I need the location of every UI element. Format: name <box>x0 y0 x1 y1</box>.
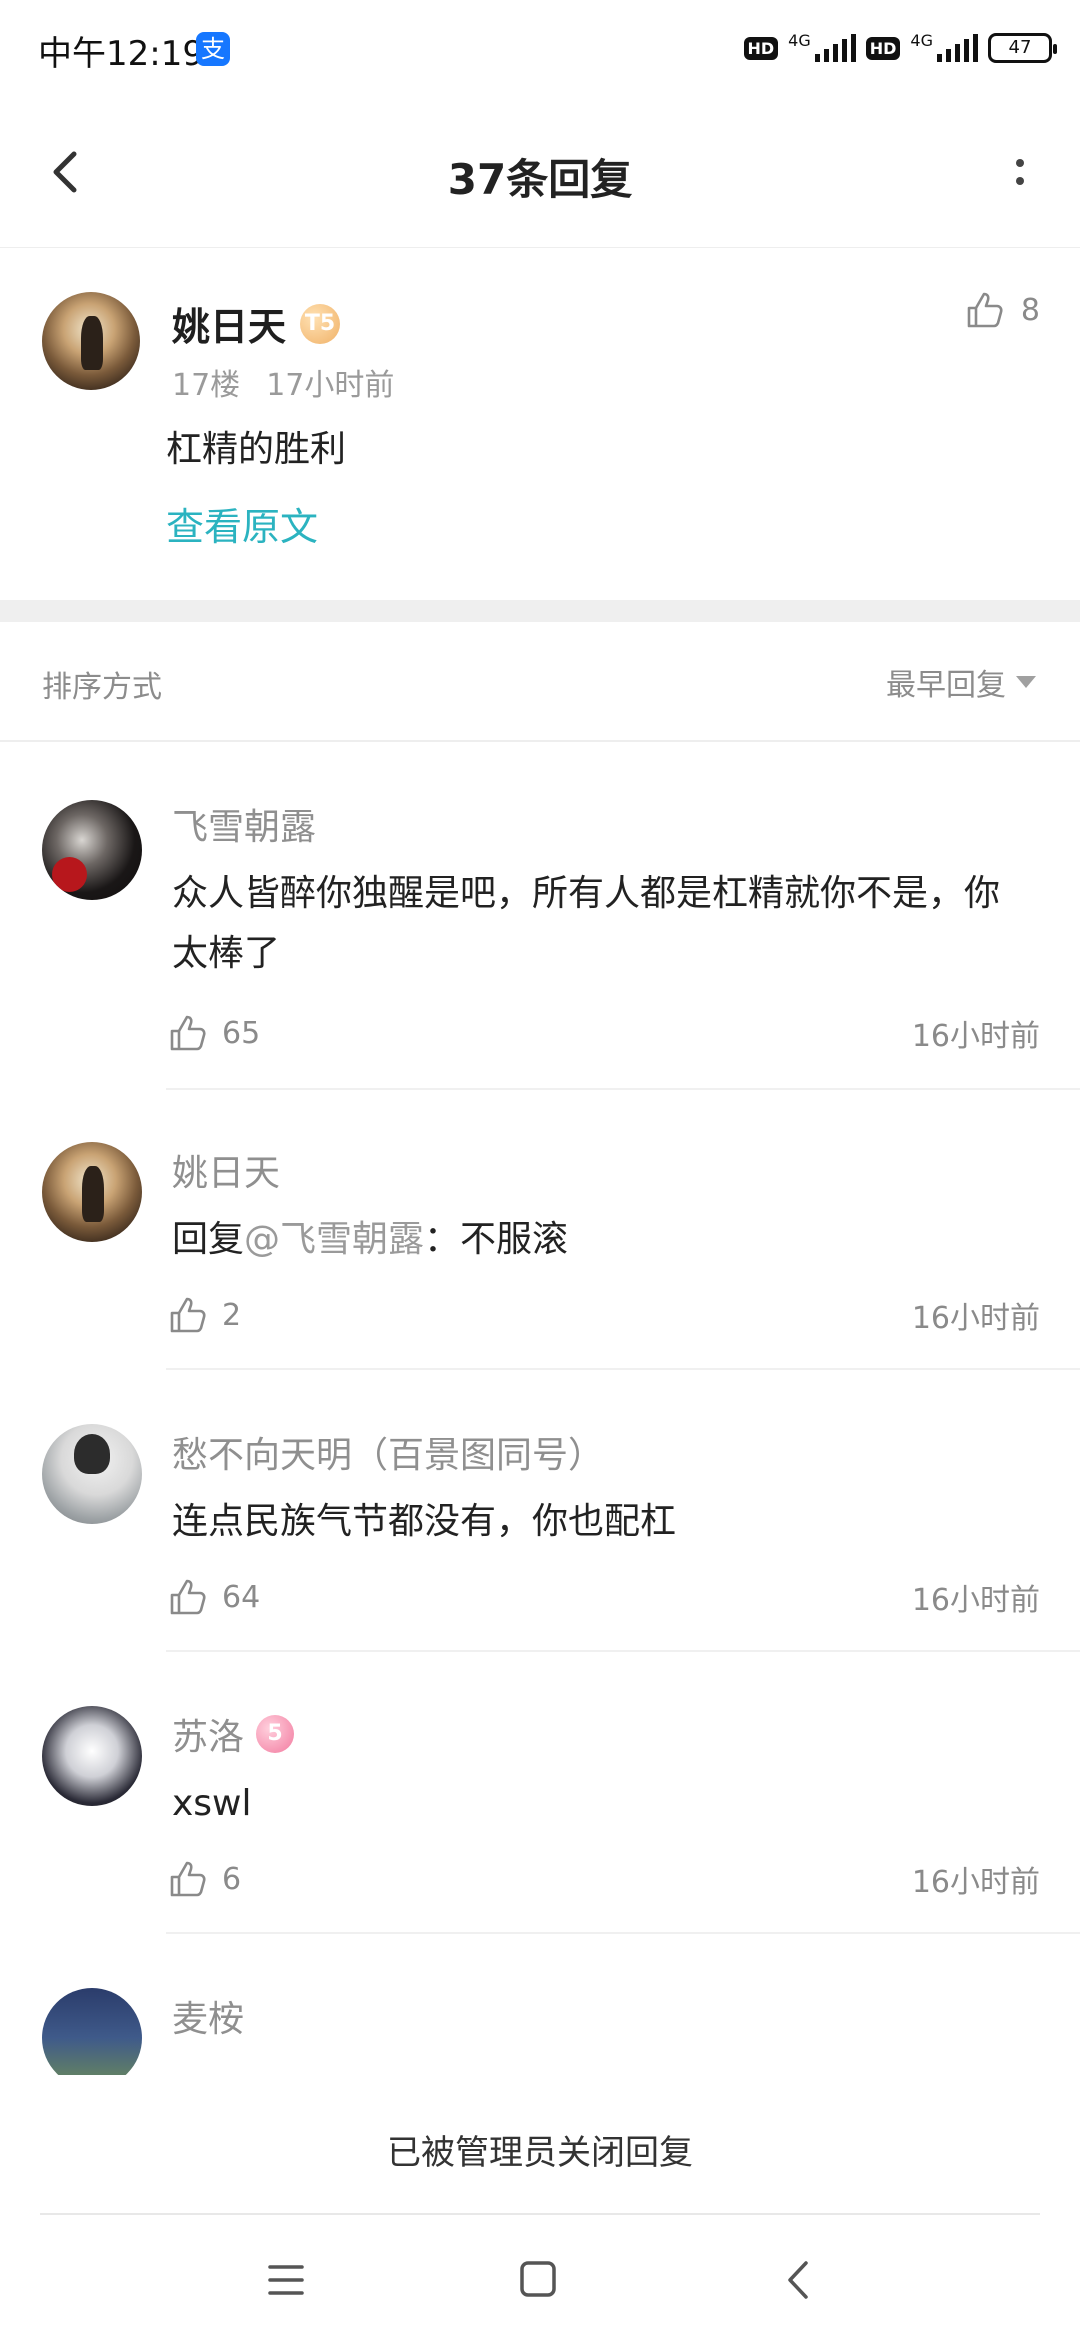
like-count: 65 <box>222 1015 261 1051</box>
hd-icon: HD <box>865 36 901 60</box>
reply-footer: 2 16小时前 <box>168 1290 1040 1340</box>
list-item: 姚日天 回复@飞雪朝露：不服滚 2 16小时前 <box>0 1090 1080 1372</box>
reply-content: 连点民族气节都没有，你也配杠 <box>172 1501 677 1542</box>
reply-prefix: 回复 <box>172 1219 245 1260</box>
author-name: 苏洛 <box>172 1717 245 1758</box>
thumb-up-icon <box>170 1015 206 1051</box>
reply-time: 16小时前 <box>911 1019 1040 1054</box>
system-nav-bar <box>0 2215 1080 2340</box>
list-item: 苏洛 5 xswl 6 16小时前 <box>0 1654 1080 1936</box>
network-type-label: 4G <box>788 30 811 50</box>
sort-bar: 排序方式 最早回复 <box>0 622 1080 742</box>
alipay-notification-icon: 支 <box>196 32 230 66</box>
reply-time: 16小时前 <box>911 1865 1040 1900</box>
floor-number: 17楼 <box>172 368 241 403</box>
reply-time: 16小时前 <box>911 1583 1040 1618</box>
nav-back-button[interactable] <box>770 2255 830 2305</box>
page-title: 37条回复 <box>447 155 633 204</box>
reply-author[interactable]: 飞雪朝露 <box>172 798 316 850</box>
divider <box>166 1650 1080 1652</box>
author-name: 姚日天 <box>172 305 287 349</box>
reply-closed-notice: 已被管理员关闭回复 <box>387 2133 693 2173</box>
screen: 中午12:19 支 HD 4G HD 4G 47 37条回复 姚日天 T5 17… <box>0 0 1080 2340</box>
avatar[interactable] <box>42 292 140 390</box>
reply-body: ：不服滚 <box>424 1219 569 1260</box>
avatar[interactable] <box>42 1424 142 1524</box>
level-badge-icon: 5 <box>256 1715 295 1753</box>
sort-value: 最早回复 <box>886 668 1006 703</box>
like-button[interactable]: 8 <box>965 290 1040 330</box>
more-vertical-icon <box>1016 159 1024 167</box>
like-button[interactable]: 2 <box>168 1295 241 1335</box>
like-button[interactable]: 6 <box>168 1859 241 1899</box>
like-count: 2 <box>222 1297 242 1333</box>
recent-apps-button[interactable] <box>256 2255 316 2305</box>
reply-content: 众人皆醉你独醒是吧，所有人都是杠精就你不是，你太棒了 <box>172 873 1001 974</box>
reply-author[interactable]: 愁不向天明（百景图同号） <box>172 1426 604 1478</box>
avatar[interactable] <box>42 1706 142 1806</box>
battery-icon: 47 <box>988 33 1057 63</box>
home-square-icon <box>520 2261 556 2297</box>
sort-label: 排序方式 <box>42 670 162 705</box>
signal-icon <box>937 34 978 62</box>
home-button[interactable] <box>508 2255 568 2305</box>
main-comment-author[interactable]: 姚日天 T5 <box>172 296 341 351</box>
status-time: 中午12:19 <box>38 34 204 74</box>
divider <box>166 1932 1080 1934</box>
level-badge-icon: T5 <box>300 303 341 344</box>
thumb-up-icon <box>170 1297 206 1333</box>
mention-link[interactable]: @飞雪朝露 <box>244 1219 424 1260</box>
thumb-up-icon <box>170 1579 206 1615</box>
thumb-up-icon <box>967 292 1003 328</box>
reply-author[interactable]: 苏洛 5 <box>172 1708 295 1760</box>
signal-icon <box>814 34 856 62</box>
list-item: 愁不向天明（百景图同号） 连点民族气节都没有，你也配杠 64 16小时前 <box>0 1372 1080 1654</box>
post-time: 17小时前 <box>266 368 395 403</box>
divider <box>166 1368 1080 1370</box>
top-app-bar: 37条回复 <box>0 96 1080 248</box>
like-count: 8 <box>1020 292 1040 328</box>
reply-footer: 6 16小时前 <box>168 1854 1040 1904</box>
reply-author[interactable]: 麦桉 <box>172 1990 244 2042</box>
network-type-label: 4G <box>910 30 933 50</box>
caret-down-icon <box>1016 676 1036 688</box>
main-comment: 姚日天 T5 17楼 17小时前 杠精的胜利 查看原文 8 <box>0 250 1080 600</box>
reply-content: 回复@飞雪朝露：不服滚 <box>172 1210 1032 1270</box>
avatar[interactable] <box>42 1988 142 2075</box>
like-count: 64 <box>222 1579 261 1615</box>
menu-icon <box>268 2265 304 2295</box>
status-indicators: HD 4G HD 4G 47 <box>743 28 1057 68</box>
status-bar: 中午12:19 支 HD 4G HD 4G 47 <box>0 0 1080 96</box>
reply-footer: 65 16小时前 <box>168 1008 1040 1058</box>
list-item: 飞雪朝露 众人皆醉你独醒是吧，所有人都是杠精就你不是，你太棒了 65 16小时前 <box>0 744 1080 1090</box>
reply-author[interactable]: 姚日天 <box>172 1144 280 1196</box>
reply-closed-bar: 已被管理员关闭回复 <box>0 2075 1080 2215</box>
main-comment-meta: 17楼 17小时前 <box>172 360 394 404</box>
section-divider <box>0 600 1080 622</box>
like-button[interactable]: 65 <box>168 1013 260 1053</box>
main-comment-content: 杠精的胜利 <box>166 429 347 470</box>
reply-footer: 64 16小时前 <box>168 1572 1040 1622</box>
view-original-link[interactable]: 查看原文 <box>166 496 318 551</box>
sort-dropdown[interactable]: 最早回复 <box>886 660 1036 704</box>
like-count: 6 <box>222 1861 242 1897</box>
avatar[interactable] <box>42 800 142 900</box>
avatar[interactable] <box>42 1142 142 1242</box>
list-item: 麦桉 <box>0 1936 1080 2075</box>
nav-back-icon <box>788 2261 808 2299</box>
like-button[interactable]: 64 <box>168 1577 260 1617</box>
reply-content: xswl <box>172 1783 252 1824</box>
thumb-up-icon <box>170 1861 206 1897</box>
reply-time: 16小时前 <box>911 1301 1040 1336</box>
hd-icon: HD <box>743 36 779 60</box>
more-options-button[interactable] <box>988 140 1052 204</box>
